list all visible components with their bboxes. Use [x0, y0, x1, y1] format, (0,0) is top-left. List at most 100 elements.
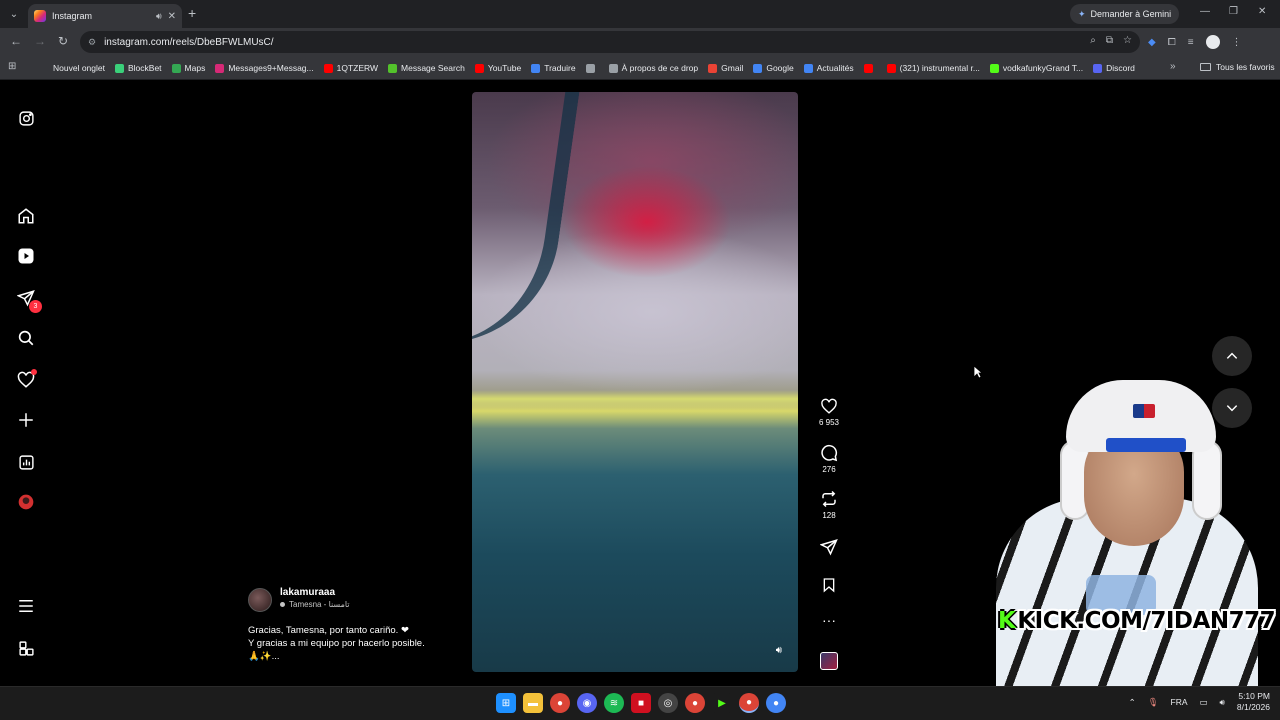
bookmark-item[interactable]: (321) instrumental r...: [886, 63, 980, 73]
bookmark-favicon-icon: [585, 63, 595, 73]
folder-icon: [1200, 63, 1211, 71]
kick-app-icon[interactable]: ▶: [712, 693, 732, 713]
forward-arrow-icon[interactable]: →: [34, 34, 46, 48]
volume-icon[interactable]: 🔊︎: [776, 645, 782, 656]
bookmark-item[interactable]: Message Search: [388, 63, 465, 73]
restore-button[interactable]: ❐: [1229, 6, 1238, 17]
profile-avatar-icon[interactable]: [1205, 35, 1220, 49]
extensions-puzzle-icon[interactable]: ⧠: [1168, 37, 1176, 48]
messages-icon[interactable]: 3: [16, 288, 42, 313]
spotify-icon[interactable]: ≋: [604, 693, 624, 713]
instagram-logo-icon[interactable]: [16, 108, 36, 128]
microphone-icon[interactable]: 🎙︎: [1148, 697, 1159, 708]
bookmark-item[interactable]: Google: [753, 63, 794, 73]
extension-shield-icon[interactable]: ◆: [1148, 37, 1156, 48]
reels-icon[interactable]: [16, 246, 36, 266]
more-menu-icon[interactable]: [16, 596, 36, 616]
author-username[interactable]: lakamuraaa: [280, 587, 335, 598]
network-icon[interactable]: ▭: [1200, 697, 1208, 708]
bookmark-label: Nouvel onglet: [53, 63, 105, 73]
bookmark-item[interactable]: Traduire: [531, 63, 576, 73]
bookmark-item[interactable]: Discord: [1093, 63, 1135, 73]
bookmark-label: Message Search: [401, 63, 465, 73]
bookmark-item[interactable]: 1QTZERW: [323, 63, 378, 73]
close-window-button[interactable]: ✕: [1258, 6, 1266, 17]
bookmark-label: Traduire: [544, 63, 576, 73]
notifications-heart-icon[interactable]: [16, 369, 37, 390]
bookmark-label: Gmail: [721, 63, 744, 73]
repost-button[interactable]: 128: [812, 490, 846, 520]
bookmark-item[interactable]: [585, 63, 599, 73]
bookmark-item[interactable]: vodkafunkyGrand T...: [989, 63, 1084, 73]
author-avatar[interactable]: [248, 588, 272, 612]
create-plus-icon[interactable]: [16, 410, 36, 430]
dashboard-icon[interactable]: [16, 452, 36, 472]
reel-video[interactable]: 🔊︎: [472, 92, 798, 672]
save-button[interactable]: [812, 576, 846, 594]
bookmark-item[interactable]: Actualités: [803, 63, 854, 73]
tab-search-icon[interactable]: ⌄: [4, 4, 24, 24]
author-location[interactable]: Tamesna - تامسنا: [280, 600, 350, 609]
minimize-button[interactable]: —: [1200, 6, 1210, 17]
bookmark-item[interactable]: À propos de ce drop: [608, 63, 698, 73]
address-bar[interactable]: ⚙ instagram.com/reels/DbeBFWLMUsC/ ⌕ ⧉ ☆: [80, 31, 1140, 53]
more-bookmarks-icon[interactable]: »: [1170, 61, 1176, 72]
chrome-icon[interactable]: ●: [550, 693, 570, 713]
clock-time: 5:10 PM: [1238, 691, 1270, 701]
previous-reel-button[interactable]: [1212, 336, 1252, 376]
also-from-meta-icon[interactable]: [16, 638, 36, 658]
obs-icon[interactable]: ◎: [658, 693, 678, 713]
caption-text[interactable]: Gracias, Tamesna, por tanto cariño. ❤ Y …: [248, 624, 425, 663]
profile-avatar[interactable]: [16, 492, 36, 512]
site-info-icon[interactable]: ⚙: [88, 37, 96, 48]
bookmark-item[interactable]: Gmail: [708, 63, 743, 73]
bookmark-item[interactable]: [863, 63, 877, 73]
bookmark-item[interactable]: BlockBet: [114, 63, 162, 73]
tab-close-icon[interactable]: ✕: [168, 11, 176, 22]
reload-icon[interactable]: ↻: [58, 34, 68, 48]
install-app-icon[interactable]: ⧉: [1106, 35, 1113, 46]
like-button[interactable]: 6 953: [812, 398, 846, 427]
chrome-active-icon[interactable]: ●: [739, 693, 759, 713]
chrome-alt-icon[interactable]: ●: [766, 693, 786, 713]
audio-track-thumbnail[interactable]: [820, 652, 838, 670]
back-arrow-icon[interactable]: ←: [10, 34, 22, 48]
share-button[interactable]: [812, 538, 846, 556]
volume-tray-icon[interactable]: 🔊︎: [1220, 697, 1225, 708]
comment-button[interactable]: 276: [812, 444, 846, 474]
bookmark-item[interactable]: YouTube: [474, 63, 521, 73]
video-light-band: [472, 390, 798, 408]
chrome-profile-icon[interactable]: ●: [685, 693, 705, 713]
bookmark-favicon-icon: [708, 63, 718, 73]
zoom-icon[interactable]: ⌕: [1090, 35, 1096, 46]
bookmark-item[interactable]: Messages9+Messag...: [215, 63, 314, 73]
menu-kebab-icon[interactable]: ⋮: [1232, 37, 1242, 48]
new-tab-button[interactable]: +: [188, 5, 196, 21]
browser-toolbar: ← → ↻ ⚙ instagram.com/reels/DbeBFWLMUsC/…: [0, 28, 1280, 56]
gemini-button[interactable]: ✦ Demander à Gemini: [1070, 4, 1180, 24]
tray-chevron-up-icon[interactable]: ⌃: [1129, 697, 1136, 708]
bookmark-item[interactable]: Maps: [171, 63, 205, 73]
language-indicator[interactable]: FRA: [1171, 697, 1188, 707]
clock[interactable]: 5:10 PM 8/1/2026: [1237, 691, 1270, 713]
tab-instagram[interactable]: Instagram 🔊︎ ✕: [28, 4, 182, 28]
media-controls-icon[interactable]: ≡: [1188, 37, 1194, 48]
bookmark-label: Discord: [1106, 63, 1135, 73]
file-explorer-icon[interactable]: ▬: [523, 693, 543, 713]
more-options-icon[interactable]: ···: [812, 612, 846, 628]
apps-grid-icon[interactable]: ⊞: [8, 61, 16, 72]
search-icon[interactable]: [16, 328, 36, 348]
windows-taskbar: ⊞ ▬ ● ◉ ≋ ■ ◎ ● ▶ ● ● ⌃ 🎙︎ FRA ▭ 🔊︎ 5:10…: [0, 686, 1280, 720]
bookmark-label: vodkafunkyGrand T...: [1002, 63, 1084, 73]
red-app-icon[interactable]: ■: [631, 693, 651, 713]
notification-dot: [31, 369, 37, 375]
location-text: Tamesna - تامسنا: [289, 600, 350, 609]
location-pin-icon: [280, 602, 285, 607]
all-bookmarks-folder[interactable]: Tous les favoris: [1200, 62, 1275, 72]
speaker-icon[interactable]: 🔊︎: [156, 11, 162, 22]
discord-icon[interactable]: ◉: [577, 693, 597, 713]
start-windows-icon[interactable]: ⊞: [496, 693, 516, 713]
bookmark-star-icon[interactable]: ☆: [1123, 35, 1132, 46]
bookmark-item[interactable]: Nouvel onglet: [40, 63, 105, 73]
home-icon[interactable]: [16, 206, 36, 226]
